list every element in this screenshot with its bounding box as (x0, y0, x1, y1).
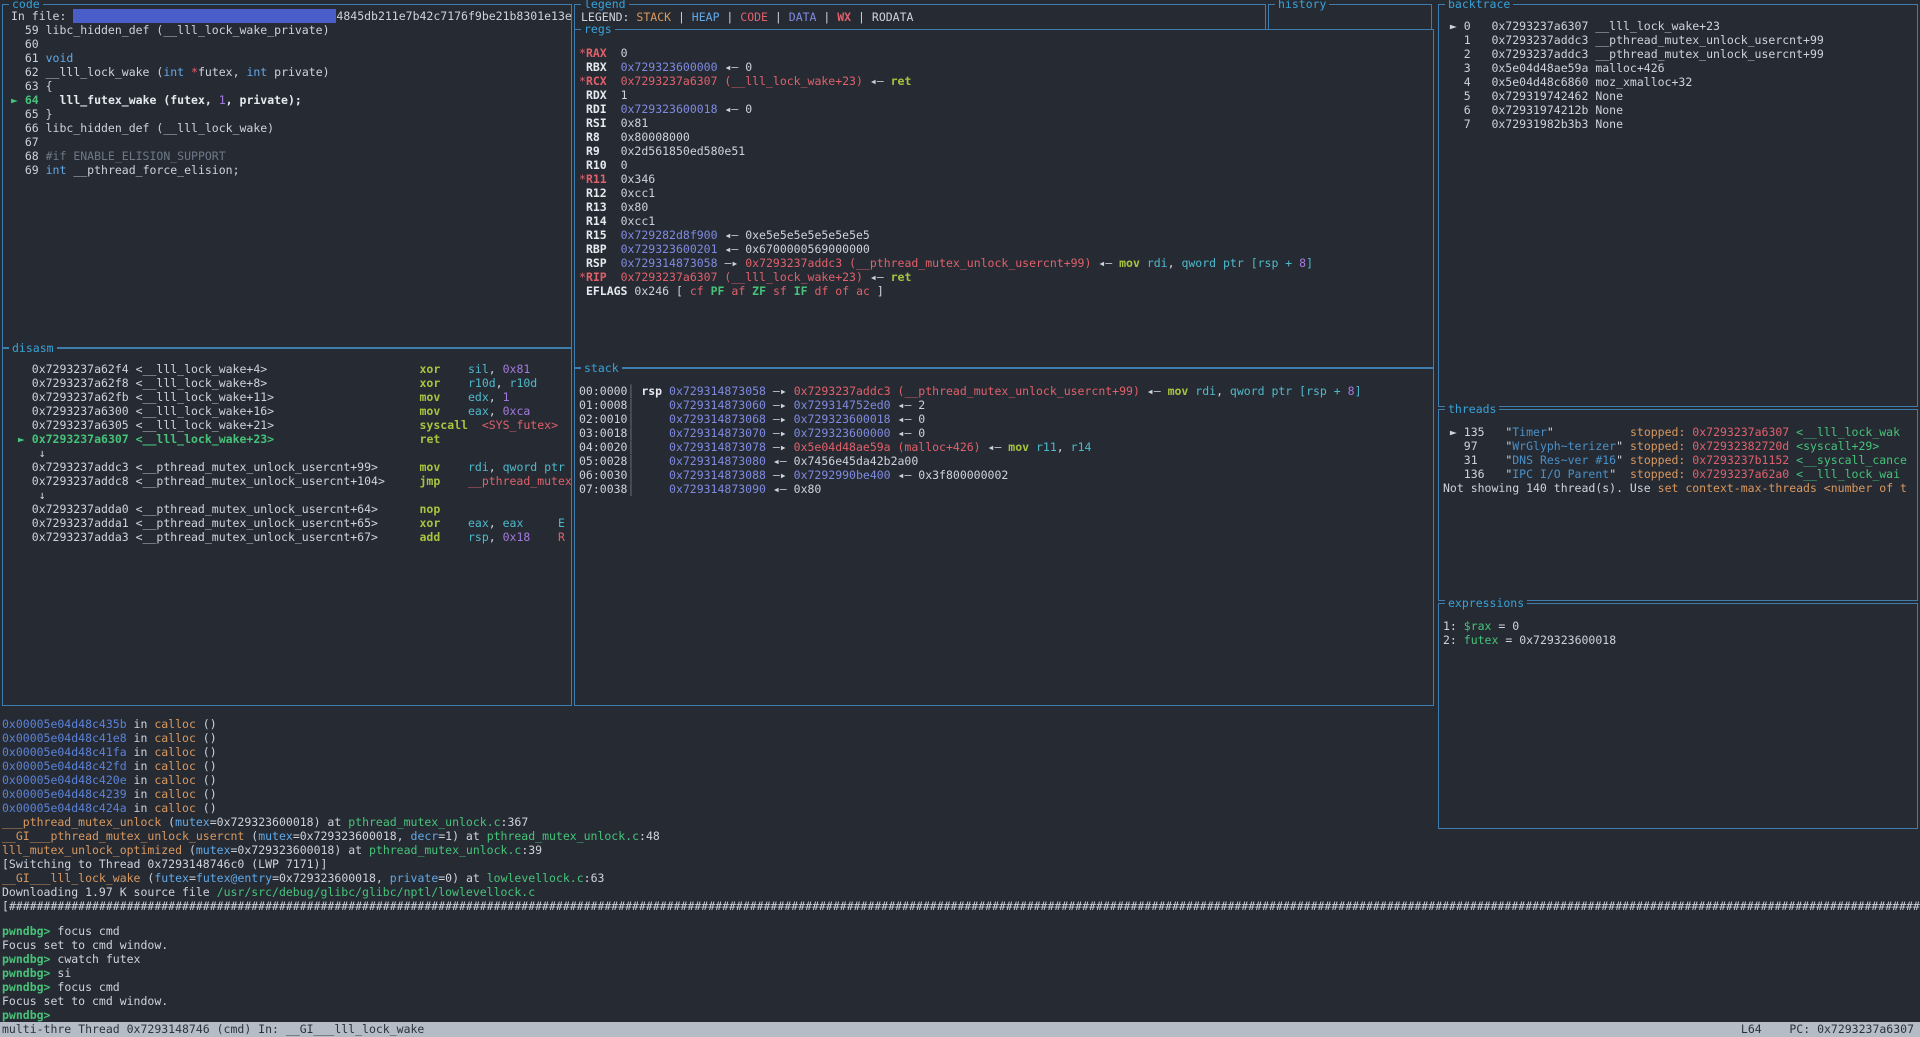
backtrace-list: ► 0 0x7293237a6307 __lll_lock_wake+23 1 … (1439, 5, 1917, 406)
cmd-prompt-area[interactable]: pwndbg> focus cmdFocus set to cmd window… (2, 924, 1920, 1022)
expressions-panel-title: expressions (1445, 596, 1527, 610)
code-panel-title: code (9, 0, 43, 11)
panel-backtrace: backtrace ► 0 0x7293237a6307 __lll_lock_… (1438, 4, 1918, 407)
stack-list: 00:0000│ rsp 0x729314873058 —▸ 0x7293237… (575, 369, 1433, 705)
disasm-panel-title: disasm (9, 341, 57, 355)
legend-line: LEGEND: STACK | HEAP | CODE | DATA | WX … (575, 5, 1265, 29)
panel-code: code In file: 4845db211e7b42c7176f9be21b… (2, 4, 572, 348)
regs-panel-title: regs (581, 22, 615, 36)
panel-disasm: disasm 0x7293237a62f4 <__lll_lock_wake+4… (2, 348, 572, 706)
stack-panel-title: stack (581, 361, 622, 375)
legend-panel-title: legend (581, 0, 629, 11)
status-left: multi-thre Thread 0x7293148746 (cmd) In:… (2, 1022, 424, 1037)
threads-list: ► 135 "Timer" stopped: 0x7293237a6307 <_… (1439, 410, 1917, 600)
history-panel-title: history (1275, 0, 1329, 11)
panel-regs: regs *RAX 0 RBX 0x729323600000 ◂— 0*RCX … (574, 29, 1434, 368)
threads-panel-title: threads (1445, 402, 1499, 416)
backtrace-panel-title: backtrace (1445, 0, 1513, 11)
panel-threads: threads ► 135 "Timer" stopped: 0x7293237… (1438, 409, 1918, 601)
panel-legend: legend LEGEND: STACK | HEAP | CODE | DAT… (574, 4, 1266, 30)
status-bar: multi-thre Thread 0x7293148746 (cmd) In:… (0, 1022, 1920, 1037)
disasm-lines: 0x7293237a62f4 <__lll_lock_wake+4> xor s… (3, 349, 571, 705)
status-right: L64 PC: 0x7293237a6307 (1741, 1022, 1914, 1037)
cmd-output: 0x00005e04d48c435b in calloc ()0x00005e0… (2, 717, 1920, 913)
code-source-lines: In file: 4845db211e7b42c7176f9be21b8301e… (3, 5, 571, 347)
panel-stack: stack 00:0000│ rsp 0x729314873058 —▸ 0x7… (574, 368, 1434, 706)
register-list: *RAX 0 RBX 0x729323600000 ◂— 0*RCX 0x729… (575, 30, 1433, 367)
